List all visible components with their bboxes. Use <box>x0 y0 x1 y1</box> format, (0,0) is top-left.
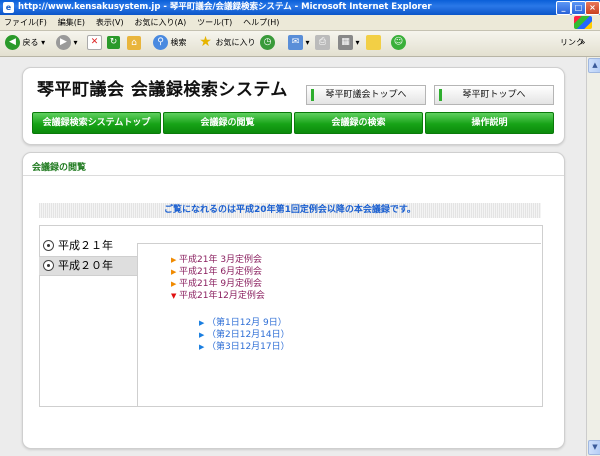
link-marker-icon <box>311 89 314 101</box>
assembly-top-label: 琴平町議会トップへ <box>325 90 407 100</box>
section-title: 会議録の閲覧 <box>32 163 87 173</box>
day-arrow-icon: ▶ <box>199 331 205 339</box>
window-titlebar: e http://www.kensakusystem.jp - 琴平町議会/会議… <box>0 0 600 15</box>
minimize-button[interactable]: _ <box>556 1 571 15</box>
header-panel: 琴平町議会 会議録検索システム 琴平町議会トップへ 琴平町トップへ 会議録検索シ… <box>22 67 565 145</box>
home-button[interactable]: ⌂ <box>127 35 141 51</box>
stop-icon: ✕ <box>87 35 102 50</box>
menu-favorites[interactable]: お気に入り(A) <box>130 15 190 30</box>
nav-search[interactable]: 会議録の検索 <box>294 112 423 134</box>
history-button[interactable]: ◷ <box>260 35 275 51</box>
town-top-label: 琴平町トップへ <box>462 90 526 100</box>
link-marker-icon <box>439 89 442 101</box>
radio-icon <box>43 259 54 271</box>
collapsed-arrow-icon: ▶ <box>171 256 177 264</box>
search-icon: ⚲ <box>153 35 168 50</box>
home-icon: ⌂ <box>127 35 141 50</box>
meeting-day-link[interactable]: ▶ （第3日12月17日） <box>199 339 290 352</box>
star-icon: ★ <box>199 34 212 50</box>
town-top-link[interactable]: 琴平町トップへ <box>434 85 554 105</box>
year-label: 平成２０年 <box>58 259 113 272</box>
notice-banner: ご覧になれるのは平成20年第1回定例会以降の本会議録です。 <box>39 203 541 218</box>
section-divider <box>23 175 564 176</box>
day-arrow-icon: ▶ <box>199 343 205 351</box>
search-button[interactable]: ⚲ 検索 <box>153 35 187 51</box>
radio-icon <box>43 239 54 251</box>
menu-view[interactable]: 表示(V) <box>92 15 128 30</box>
menu-edit[interactable]: 編集(E) <box>54 15 89 30</box>
close-button[interactable]: × <box>585 1 600 15</box>
windows-logo-icon <box>574 16 592 29</box>
links-chevron-icon[interactable]: » <box>580 35 586 51</box>
menu-help[interactable]: ヘルプ(H) <box>239 15 283 30</box>
print-button[interactable]: ⎙ <box>315 35 330 51</box>
menubar: ファイル(F) 編集(E) 表示(V) お気に入り(A) ツール(T) ヘルプ(… <box>0 15 600 31</box>
menu-file[interactable]: ファイル(F) <box>0 15 51 30</box>
search-label: 検索 <box>170 38 187 47</box>
favorites-label: お気に入り <box>215 38 256 47</box>
mail-icon: ✉ <box>288 35 303 50</box>
scroll-down-icon[interactable]: ▼ <box>588 440 600 455</box>
collapsed-arrow-icon: ▶ <box>171 268 177 276</box>
year-label: 平成２１年 <box>58 239 113 252</box>
session-label: 平成21年12月定例会 <box>179 291 265 301</box>
browser-toolbar: ◀ 戻る ▾ ▶ ▾ ✕ ↻ ⌂ ⚲ 検索 ★ お気に入り ◷ ✉ ▾ ⎙ ▦ … <box>0 31 600 57</box>
favorites-button[interactable]: ★ お気に入り <box>198 34 256 51</box>
history-icon: ◷ <box>260 35 275 50</box>
browse-panel: 会議録の閲覧 ご覧になれるのは平成20年第1回定例会以降の本会議録です。 平成２… <box>22 152 565 449</box>
year-item-h20[interactable]: 平成２０年 <box>39 256 137 276</box>
day-arrow-icon: ▶ <box>199 319 205 327</box>
site-title: 琴平町議会 会議録検索システム <box>37 80 288 100</box>
nav-browse[interactable]: 会議録の閲覧 <box>163 112 292 134</box>
maximize-button[interactable]: □ <box>571 1 586 15</box>
forward-button[interactable]: ▶ ▾ <box>56 35 78 51</box>
messenger-button[interactable]: ☺ <box>391 35 406 51</box>
printer-icon: ⎙ <box>315 35 330 50</box>
edit-button[interactable]: ▦ ▾ <box>338 35 360 51</box>
year-item-h21[interactable]: 平成２１年 <box>39 237 137 255</box>
refresh-button[interactable]: ↻ <box>107 35 120 51</box>
refresh-icon: ↻ <box>107 36 120 49</box>
assembly-top-link[interactable]: 琴平町議会トップへ <box>306 85 426 105</box>
folder-button[interactable] <box>366 35 381 51</box>
stop-button[interactable]: ✕ <box>87 35 102 51</box>
folder-icon <box>366 35 381 50</box>
expanded-arrow-icon: ▼ <box>171 292 177 300</box>
back-button[interactable]: ◀ 戻る ▾ <box>5 35 45 51</box>
back-label: 戻る <box>22 38 39 47</box>
collapsed-arrow-icon: ▶ <box>171 280 177 288</box>
messenger-icon: ☺ <box>391 35 406 50</box>
vertical-scrollbar[interactable]: ▲ ▼ <box>586 57 600 456</box>
day-label: （第3日12月17日） <box>207 342 290 352</box>
back-arrow-icon: ◀ <box>5 35 20 50</box>
session-item-expanded[interactable]: ▼ 平成21年12月定例会 <box>171 288 265 301</box>
nav-system-top[interactable]: 会議録検索システムトップ <box>32 112 161 134</box>
nav-help[interactable]: 操作説明 <box>425 112 554 134</box>
mail-button[interactable]: ✉ ▾ <box>288 35 310 51</box>
menu-tools[interactable]: ツール(T) <box>193 15 236 30</box>
edit-icon: ▦ <box>338 35 353 50</box>
scroll-up-icon[interactable]: ▲ <box>588 58 600 73</box>
forward-arrow-icon: ▶ <box>56 35 71 50</box>
page-content: 琴平町議会 会議録検索システム 琴平町議会トップへ 琴平町トップへ 会議録検索シ… <box>0 57 586 456</box>
window-title: http://www.kensakusystem.jp - 琴平町議会/会議録検… <box>18 2 432 12</box>
ie-icon: e <box>3 2 14 13</box>
